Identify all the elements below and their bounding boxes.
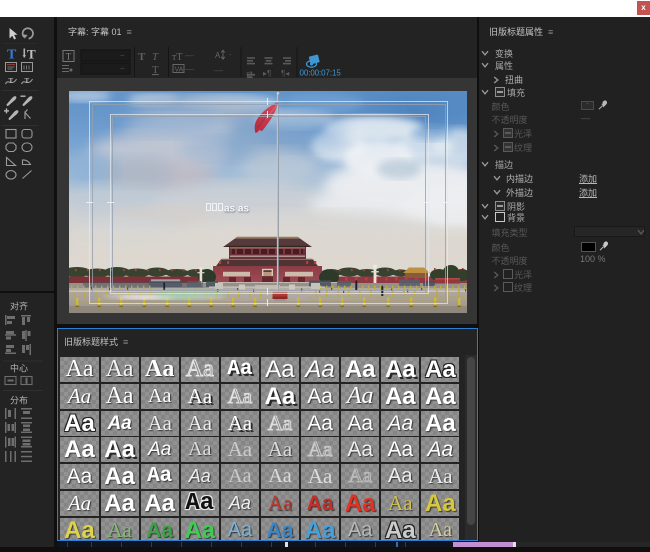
svg-text:~: ~ [120, 65, 125, 74]
svg-text:—: — [185, 50, 194, 60]
svg-text:T: T [9, 77, 14, 85]
svg-text:T: T [152, 64, 159, 76]
svg-text:—: — [185, 64, 194, 74]
svg-text:T: T [152, 51, 159, 63]
svg-text:00:00:07:15: 00:00:07:15 [300, 69, 342, 78]
svg-text:对齐: 对齐 [10, 301, 28, 312]
svg-text:中心: 中心 [10, 363, 28, 374]
svg-text:~: ~ [120, 52, 125, 61]
svg-text:▸¶: ▸¶ [263, 69, 271, 78]
svg-text:T: T [25, 77, 30, 85]
svg-text:¶◂: ¶◂ [281, 69, 289, 78]
svg-text:T: T [138, 51, 146, 63]
svg-text:—: — [214, 65, 223, 75]
svg-text:分布: 分布 [10, 395, 28, 406]
svg-text:T: T [7, 48, 17, 63]
svg-text:T: T [66, 52, 72, 62]
svg-text:⇄: ⇄ [246, 69, 253, 78]
svg-text:T: T [27, 47, 36, 62]
svg-text:VA: VA [175, 67, 184, 74]
svg-text:A: A [215, 51, 221, 60]
svg-text:тT: тT [172, 52, 182, 63]
svg-text:-: - [229, 50, 232, 59]
